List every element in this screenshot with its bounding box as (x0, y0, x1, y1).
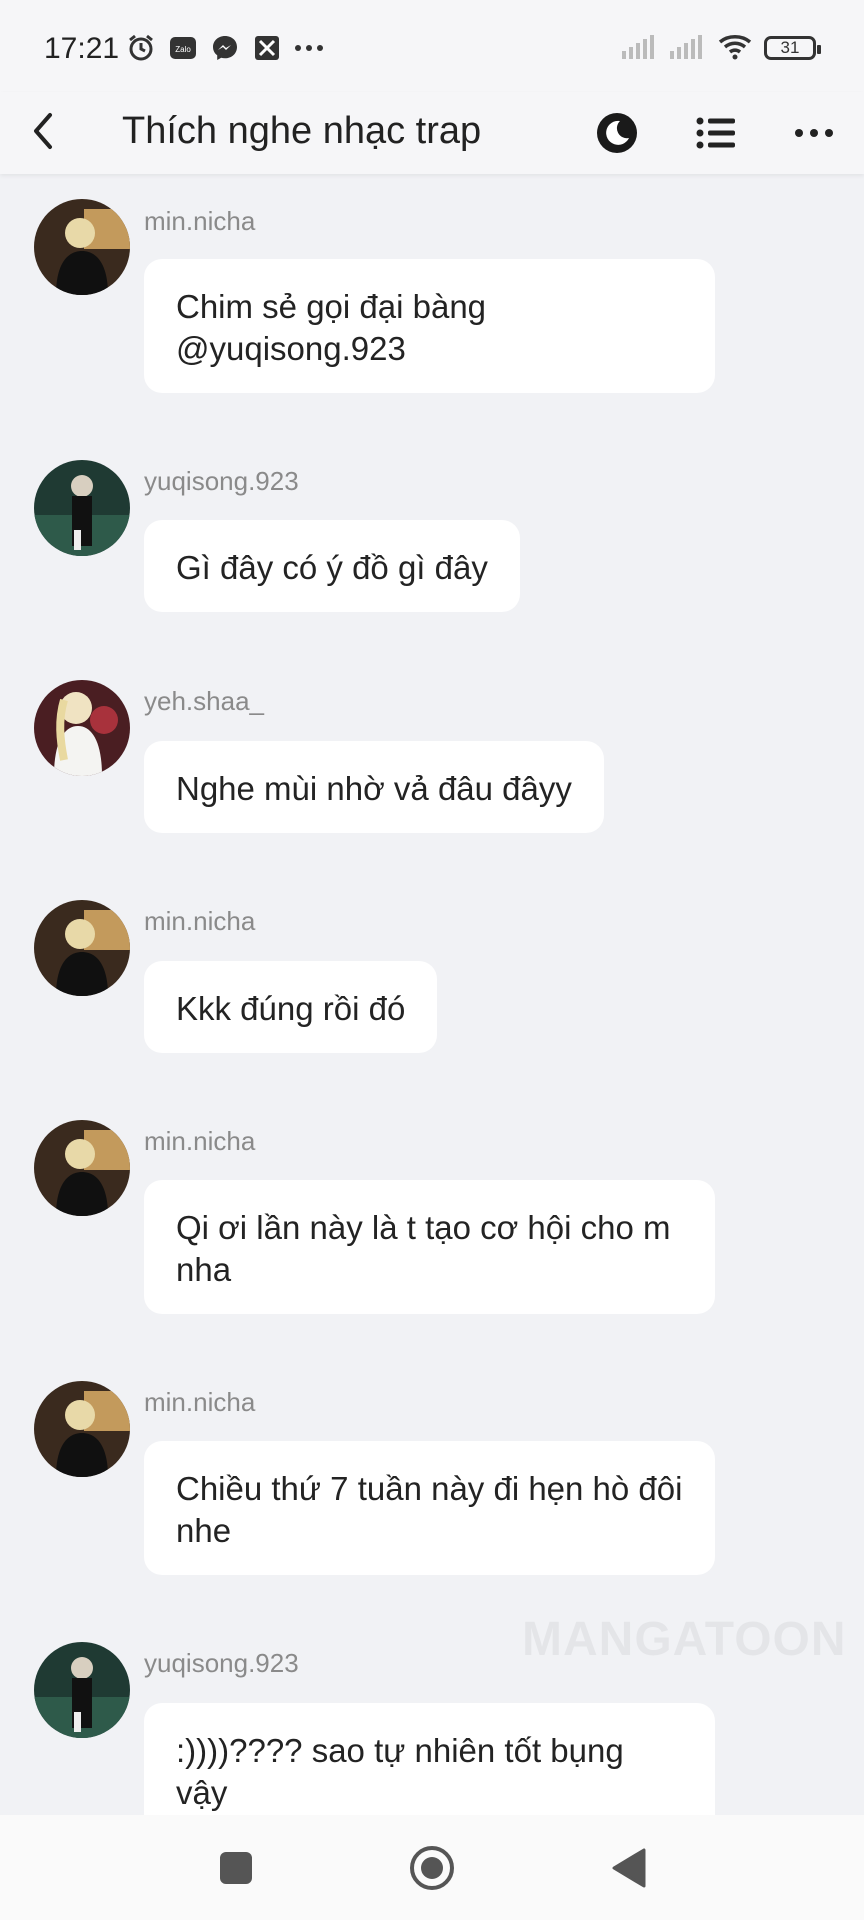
message-text: Qi ơi lần này là t tạo cơ hội cho m nha (176, 1209, 671, 1288)
system-nav-bar (0, 1815, 864, 1920)
battery-icon: 31 (764, 36, 821, 60)
messenger-icon (210, 33, 240, 63)
night-mode-icon (597, 113, 637, 153)
svg-text:Zalo: Zalo (175, 45, 191, 54)
avatar[interactable] (34, 900, 130, 996)
message-text: Nghe mùi nhờ vả đâu đâyy (176, 770, 572, 807)
message-bubble[interactable]: Chiều thứ 7 tuần này đi hẹn hò đôi nhe (144, 1441, 715, 1575)
back-button[interactable] (18, 104, 68, 158)
message-text: Kkk đúng rồi đó (176, 990, 406, 1027)
username: yeh.shaa_ (144, 686, 264, 716)
list-button[interactable] (689, 106, 743, 160)
recents-button[interactable] (211, 1843, 261, 1893)
message-text: Gì đây có ý đồ gì đây (176, 549, 488, 586)
wifi-icon (718, 32, 752, 65)
page-title: Thích nghe nhạc trap (122, 110, 482, 152)
status-system-icons: 31 (622, 30, 821, 66)
more-icon (795, 129, 833, 137)
username: yuqisong.923 (144, 1648, 299, 1678)
home-button[interactable] (407, 1843, 457, 1893)
username: yuqisong.923 (144, 466, 299, 496)
message-bubble[interactable]: Nghe mùi nhờ vả đâu đâyy (144, 741, 604, 833)
username: min.nicha (144, 1126, 256, 1156)
username: min.nicha (144, 206, 256, 236)
message-text: Chiều thứ 7 tuần này đi hẹn hò đôi nhe (176, 1470, 683, 1549)
username: min.nicha (144, 906, 256, 936)
status-time: 17:21 (44, 32, 120, 65)
list-icon (696, 117, 735, 149)
avatar[interactable] (34, 1120, 130, 1216)
signal-icon (670, 33, 706, 64)
avatar[interactable] (34, 199, 130, 295)
message-bubble[interactable]: Gì đây có ý đồ gì đây (144, 520, 520, 612)
message-bubble[interactable]: Qi ơi lần này là t tạo cơ hội cho m nha (144, 1180, 715, 1314)
avatar[interactable] (34, 1381, 130, 1477)
message-bubble[interactable]: Chim sẻ gọi đại bàng @yuqisong.923 (144, 259, 715, 393)
app-icon (252, 33, 282, 63)
recents-icon (220, 1852, 252, 1884)
message-text: Chim sẻ gọi đại bàng @yuqisong.923 (176, 288, 487, 367)
chat-header: Thích nghe nhạc trap (0, 92, 864, 174)
zalo-icon: Zalo (168, 33, 198, 63)
watermark: MANGATOON (522, 1613, 847, 1666)
status-bar: 17:21 Zalo 31 (0, 0, 864, 92)
battery-level: 31 (780, 38, 800, 57)
nav-back-button[interactable] (604, 1843, 654, 1893)
alarm-icon (126, 33, 156, 63)
back-triangle-icon (612, 1848, 646, 1888)
signal-icon (622, 33, 658, 64)
home-icon (410, 1846, 454, 1890)
avatar[interactable] (34, 1642, 130, 1738)
more-dots-icon (294, 33, 324, 63)
message-bubble[interactable]: Kkk đúng rồi đó (144, 961, 438, 1053)
avatar[interactable] (34, 680, 130, 776)
more-button[interactable] (787, 106, 841, 160)
message-text: :))))???? sao tự nhiên tốt bụng vậy (176, 1732, 624, 1811)
username: min.nicha (144, 1387, 256, 1417)
status-notification-icons: Zalo (126, 32, 324, 64)
night-mode-button[interactable] (590, 106, 644, 160)
avatar[interactable] (34, 460, 130, 556)
back-icon (34, 113, 52, 149)
